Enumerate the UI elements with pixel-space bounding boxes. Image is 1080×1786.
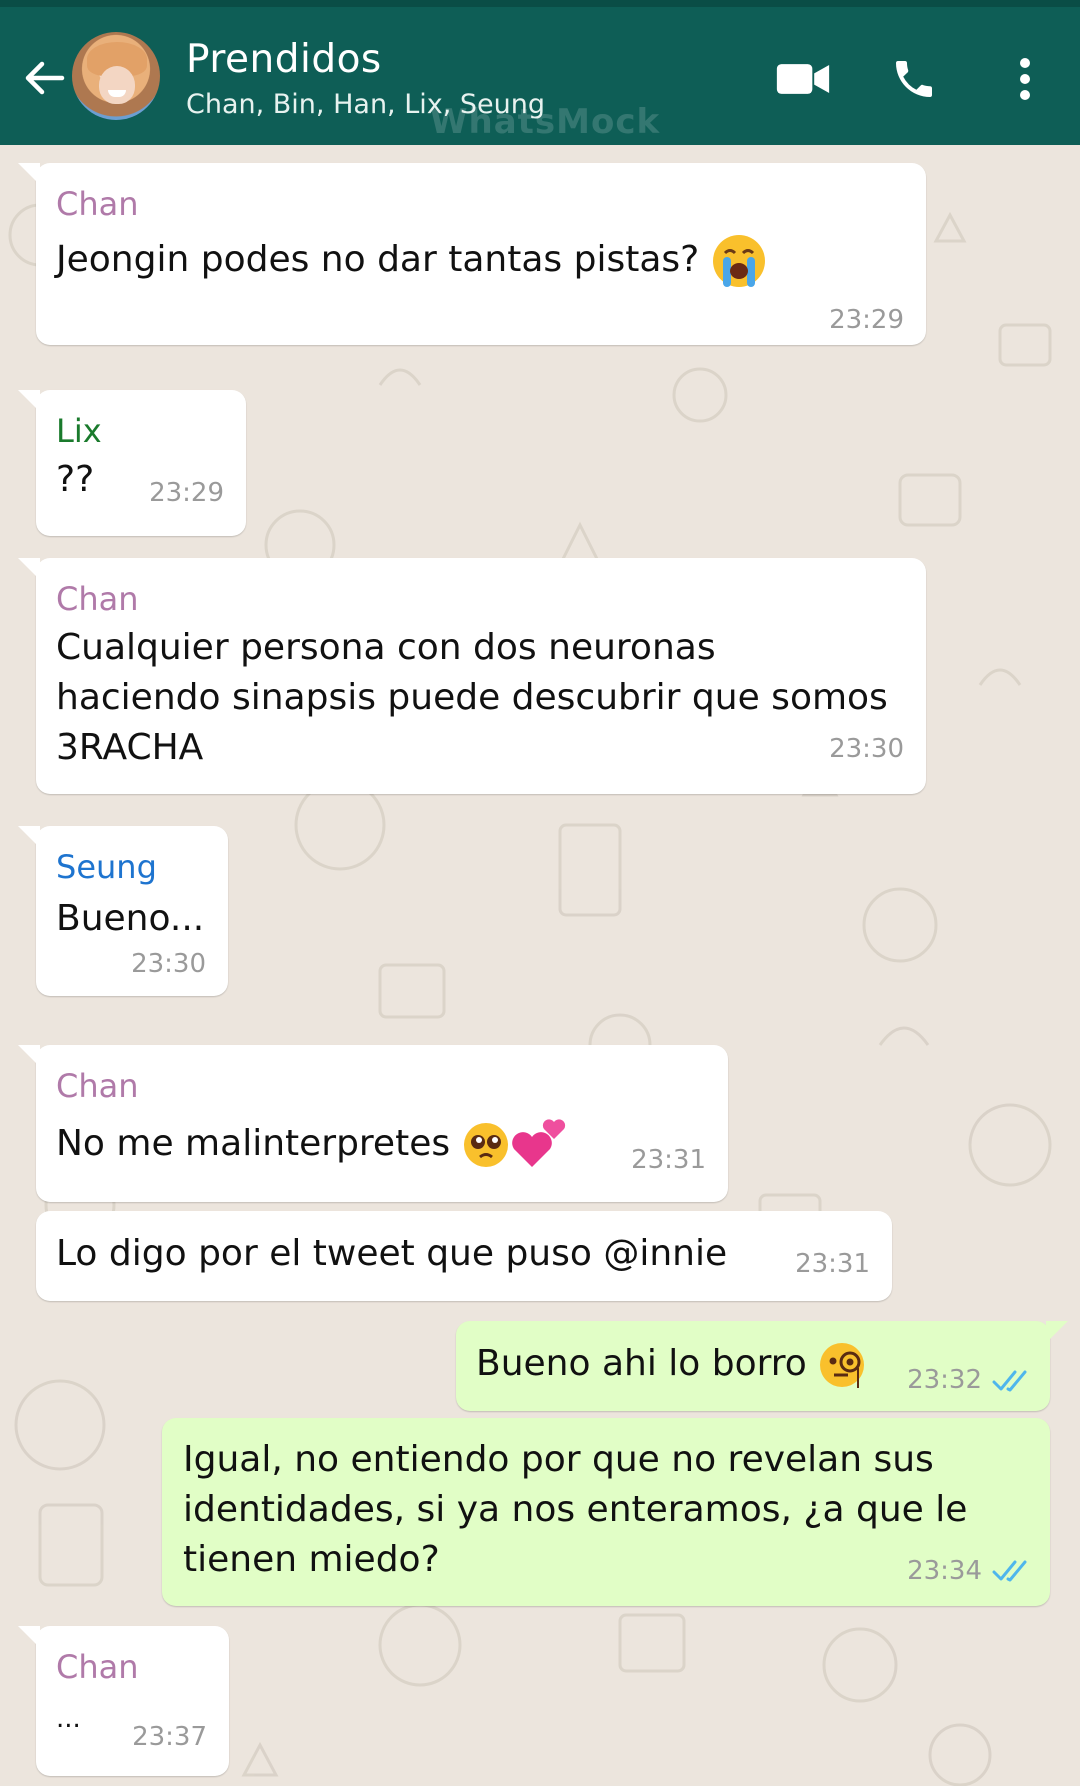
double-check-read-icon	[992, 1560, 1027, 1582]
loudly-crying-face-icon	[712, 235, 765, 287]
message-bubble[interactable]: Chan Jeongin podes no dar tantas pistas?…	[18, 163, 926, 345]
voice-call-button[interactable]	[886, 51, 942, 107]
message-text: ??	[56, 459, 95, 500]
message-text: Jeongin podes no dar tantas pistas?	[56, 233, 767, 289]
back-button[interactable]	[18, 52, 70, 104]
two-hearts-icon	[511, 1119, 565, 1167]
message-text: Bueno ahi lo borro	[476, 1339, 866, 1389]
message-time: 23:32	[907, 1365, 982, 1395]
message-time: 23:37	[132, 1722, 207, 1752]
video-call-button[interactable]	[775, 51, 831, 107]
message-time: 23:29	[829, 305, 904, 335]
message-text: Cualquier persona con dos neuronas hacie…	[56, 627, 888, 768]
message-text: ...	[56, 1704, 81, 1734]
more-options-button[interactable]	[997, 51, 1053, 107]
message-sender: Seung	[56, 848, 157, 886]
message-time: 23:29	[149, 478, 224, 508]
group-avatar[interactable]	[72, 32, 160, 120]
message-bubble[interactable]: Chan Cualquier persona con dos neuronas …	[18, 558, 926, 794]
message-bubble[interactable]: Chan No me malinterpretes 23:31	[18, 1045, 728, 1202]
message-time: 23:31	[795, 1249, 870, 1279]
message-text: Bueno...	[56, 898, 205, 939]
message-text: No me malinterpretes	[56, 1117, 566, 1173]
message-sender: Lix	[56, 412, 102, 450]
message-sender: Chan	[56, 185, 139, 223]
chat-header: Prendidos Chan, Bin, Han, Lix, Seung Wha…	[0, 7, 1080, 145]
message-time: 23:34	[907, 1556, 982, 1586]
message-text: Igual, no entiendo por que no revelan su…	[183, 1439, 968, 1580]
double-check-read-icon	[992, 1370, 1027, 1392]
more-vertical-icon	[1020, 58, 1030, 100]
chat-title[interactable]: Prendidos	[186, 37, 382, 82]
phone-icon	[896, 61, 932, 97]
avatar-face	[99, 66, 135, 104]
status-strip	[0, 0, 1080, 7]
message-bubble[interactable]: Lo digo por el tweet que puso @innie 23:…	[36, 1211, 892, 1301]
message-sender: Chan	[56, 1067, 139, 1105]
message-time: 23:30	[131, 949, 206, 979]
message-time: 23:31	[631, 1145, 706, 1175]
video-camera-icon	[776, 64, 830, 94]
message-time: 23:30	[829, 734, 904, 764]
message-sender: Chan	[56, 1648, 139, 1686]
message-bubble-outgoing[interactable]: Bueno ahi lo borro 23:32	[456, 1321, 1068, 1411]
message-bubble[interactable]: Chan ... 23:37	[18, 1626, 229, 1776]
message-bubble-outgoing[interactable]: Igual, no entiendo por que no revelan su…	[162, 1418, 1050, 1606]
arrow-left-icon	[25, 61, 65, 95]
message-text: Lo digo por el tweet que puso @innie	[56, 1233, 728, 1274]
message-sender: Chan	[56, 580, 139, 618]
face-with-monocle-icon	[820, 1343, 865, 1388]
message-list[interactable]: Chan Jeongin podes no dar tantas pistas?…	[0, 145, 1080, 1786]
message-bubble[interactable]: Lix ?? 23:29	[18, 390, 246, 536]
pleading-face-icon	[463, 1123, 508, 1167]
message-bubble[interactable]: Seung Bueno... 23:30	[18, 826, 228, 996]
watermark: WhatsMock	[430, 102, 661, 142]
